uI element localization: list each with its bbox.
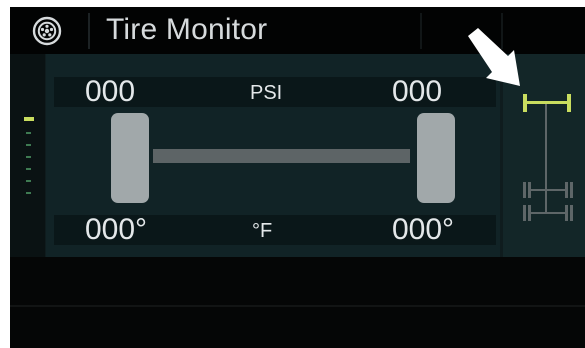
page-dot (26, 168, 31, 170)
pressure-unit: PSI (250, 82, 283, 104)
page-dot (26, 132, 31, 134)
page-dot (26, 192, 31, 194)
front-axle (153, 149, 410, 163)
divider (10, 305, 585, 307)
page-dot-active (24, 117, 34, 121)
arrow-pointer-icon (468, 28, 520, 86)
left-front-temperature: 000° (85, 213, 148, 246)
right-front-tire (417, 113, 455, 203)
front-axle-panel: 000 PSI 000 000° °F 000° (46, 54, 500, 257)
page-indicator (10, 54, 45, 257)
page-dot (26, 156, 31, 158)
right-front-pressure: 000 (392, 75, 443, 108)
page-dot (26, 180, 31, 182)
title-divider (88, 13, 90, 49)
temperature-row: 000° °F 000° (54, 215, 496, 245)
right-front-temperature: 000° (392, 213, 455, 246)
left-front-pressure: 000 (85, 75, 136, 108)
title-divider (420, 13, 422, 49)
pressure-row: 000 PSI 000 (54, 77, 496, 107)
page-dot (26, 144, 31, 146)
page-title: Tire Monitor (106, 13, 268, 46)
temperature-unit: °F (252, 220, 273, 242)
empty-region (10, 257, 585, 348)
tire-icon[interactable] (32, 16, 62, 46)
tire-monitor-screen: Tire Monitor 000 PSI 000 000° °F 000° (10, 7, 585, 348)
left-front-tire (111, 113, 149, 203)
